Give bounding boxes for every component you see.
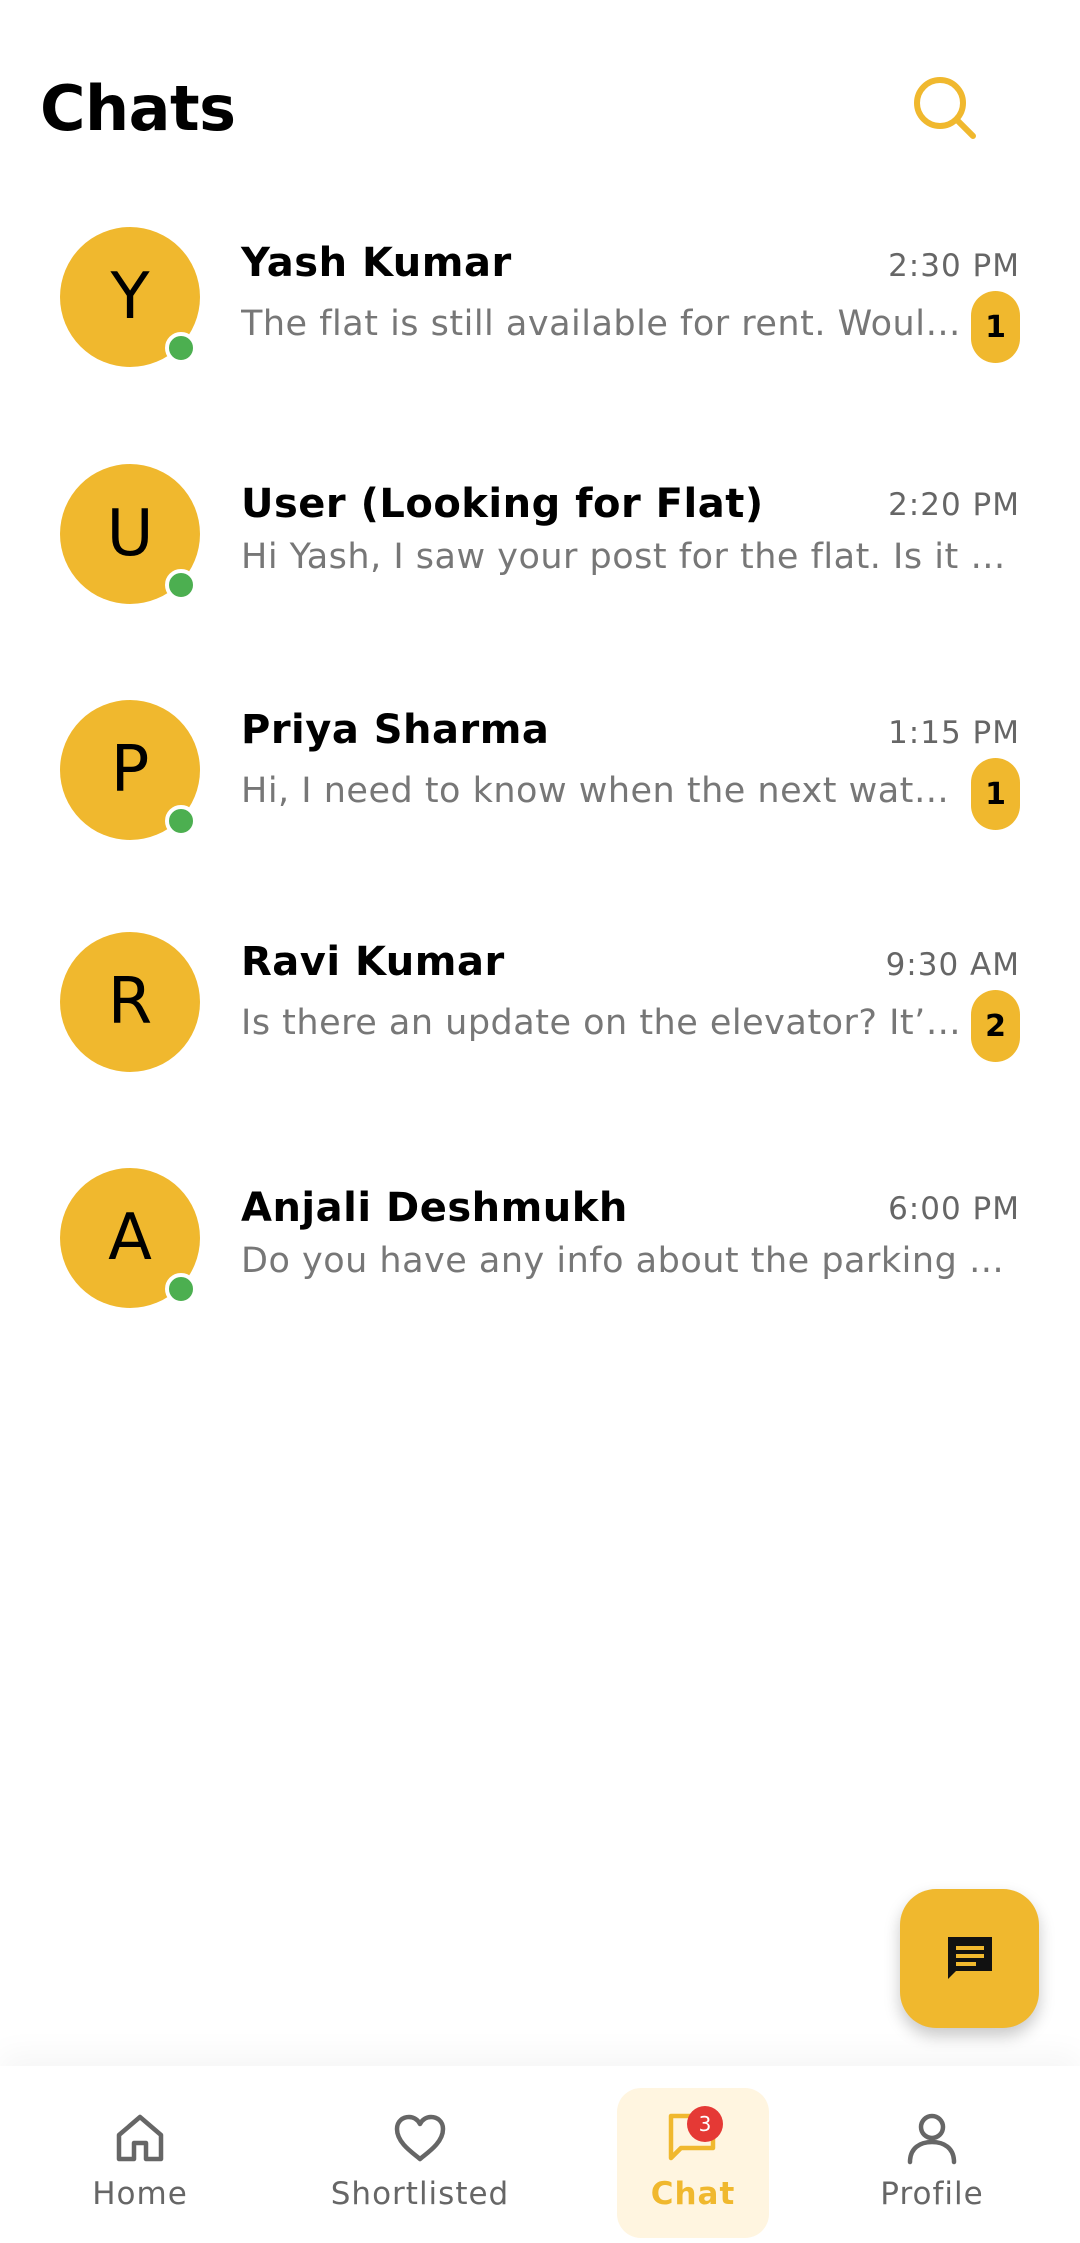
contact-name: Anjali Deshmukh (241, 1185, 628, 1231)
message-preview: Hi Yash, I saw your post for the flat. I… (241, 537, 1016, 577)
new-chat-button[interactable] (900, 1889, 1039, 2028)
message-preview: The flat is still available for rent. Wo… (241, 304, 968, 344)
search-button[interactable] (905, 68, 985, 148)
unread-badge: 1 (971, 291, 1020, 363)
nav-item-profile[interactable]: Profile (832, 2088, 1032, 2238)
nav-label: Chat (650, 2176, 736, 2212)
unread-badge: 2 (971, 990, 1020, 1062)
contact-name: User (Looking for Flat) (241, 481, 764, 527)
chat-item[interactable]: Y Yash Kumar 2:30 PM The flat is still a… (0, 224, 1080, 414)
chat-item[interactable]: U User (Looking for Flat) 2:20 PM Hi Yas… (0, 461, 1080, 651)
online-indicator (165, 332, 197, 364)
contact-name: Ravi Kumar (241, 939, 505, 985)
message-preview: Hi, I need to know when the next water s… (241, 771, 968, 811)
unread-badge: 1 (971, 758, 1020, 830)
chat-item[interactable]: A Anjali Deshmukh 6:00 PM Do you have an… (0, 1165, 1080, 1355)
message-time: 9:30 AM (885, 947, 1020, 983)
avatar: R (60, 932, 200, 1072)
message-time: 1:15 PM (888, 715, 1020, 751)
message-time: 2:20 PM (888, 487, 1020, 523)
home-icon (116, 2114, 164, 2162)
online-indicator (165, 569, 197, 601)
chat-item[interactable]: P Priya Sharma 1:15 PM Hi, I need to kno… (0, 697, 1080, 887)
nav-label: Profile (880, 2176, 984, 2212)
chat-item[interactable]: R Ravi Kumar 9:30 AM Is there an update … (0, 929, 1080, 1119)
message-preview: Do you have any info about the parking s… (241, 1241, 1016, 1281)
nav-item-chat[interactable]: 3 Chat (617, 2088, 769, 2238)
online-indicator (165, 805, 197, 837)
chat-unread-badge: 3 (687, 2106, 723, 2142)
contact-name: Yash Kumar (241, 240, 512, 286)
person-icon (907, 2113, 957, 2165)
message-preview: Is there an update on the elevator? It’s… (241, 1003, 968, 1043)
page-title: Chats (40, 72, 236, 145)
nav-label: Shortlisted (330, 2176, 510, 2212)
nav-item-shortlisted[interactable]: Shortlisted (320, 2088, 520, 2238)
message-time: 6:00 PM (888, 1191, 1020, 1227)
nav-item-home[interactable]: Home (40, 2088, 240, 2238)
online-indicator (165, 1273, 197, 1305)
heart-icon (394, 2114, 446, 2162)
search-icon (914, 77, 976, 139)
contact-name: Priya Sharma (241, 707, 550, 753)
nav-label: Home (92, 2176, 188, 2212)
app-header: Chats (0, 0, 1080, 200)
message-icon (947, 1936, 992, 1979)
message-time: 2:30 PM (888, 248, 1020, 284)
bottom-navigation: Home Shortlisted 3 Chat Profile (0, 2066, 1080, 2243)
